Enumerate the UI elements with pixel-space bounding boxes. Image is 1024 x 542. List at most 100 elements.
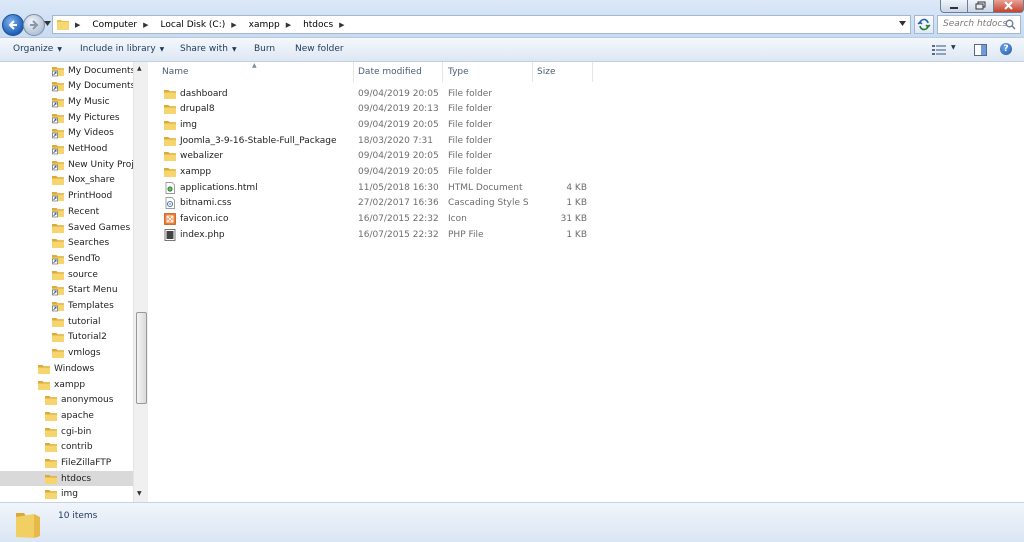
chevron-right-icon[interactable]: ▶	[286, 21, 291, 29]
breadcrumb-local-disk[interactable]: Local Disk (C:)	[161, 20, 226, 30]
organize-menu[interactable]: Organize ▼	[13, 44, 62, 54]
file-row[interactable]: index.php 16/07/2015 22:32 PHP File 1 KB	[160, 227, 600, 242]
breadcrumb-xampp[interactable]: xampp	[249, 20, 280, 30]
file-row[interactable]: applications.html 11/05/2018 16:30 HTML Do…	[160, 180, 600, 195]
tree-item[interactable]: vmlogs	[52, 346, 101, 361]
tree-item[interactable]: PrintHood	[52, 189, 112, 204]
recent-pages-dropdown-icon[interactable]	[44, 21, 51, 26]
scroll-thumb[interactable]	[136, 312, 147, 404]
scroll-up-icon[interactable]: ▲	[137, 65, 142, 72]
help-icon[interactable]: ?	[1000, 43, 1012, 55]
file-row[interactable]: dashboard 09/04/2019 20:05 File folder	[160, 86, 600, 101]
tree-item[interactable]: My Documents	[52, 79, 135, 94]
file-type: File folder	[448, 135, 493, 146]
tree-item[interactable]: img	[45, 487, 78, 502]
column-divider[interactable]	[353, 62, 354, 82]
share-with-menu[interactable]: Share with ▼	[180, 44, 237, 54]
file-type: File folder	[448, 151, 493, 162]
file-name: img	[180, 119, 197, 130]
address-field[interactable]: ▶ Computer ▶ Local Disk (C:) ▶ xampp ▶ h…	[52, 15, 911, 34]
refresh-button[interactable]	[914, 15, 934, 34]
burn-button[interactable]: Burn	[254, 44, 275, 54]
tree-item[interactable]: Start Menu	[52, 283, 118, 298]
include-in-library-menu[interactable]: Include in library ▼	[80, 44, 164, 54]
tree-item[interactable]: NetHood	[52, 142, 107, 157]
tree-item-label: My Documents	[68, 65, 136, 76]
tree-item-label: NetHood	[68, 144, 108, 154]
column-header-size[interactable]: Size	[537, 67, 555, 77]
tree-item[interactable]: Windows	[38, 361, 94, 376]
tree-item[interactable]: anonymous	[45, 393, 113, 408]
file-name-cell: favicon.ico	[164, 213, 229, 225]
navigation-scrollbar[interactable]: ▲ ▼	[133, 62, 148, 502]
column-divider[interactable]	[592, 62, 593, 82]
folder-icon	[52, 270, 64, 280]
address-dropdown-icon[interactable]	[899, 21, 906, 26]
restore-button[interactable]	[967, 0, 994, 13]
column-header-name[interactable]: Name	[162, 67, 189, 77]
tree-item[interactable]: My Pictures	[52, 110, 120, 125]
column-header-date-modified[interactable]: Date modified	[358, 67, 422, 77]
file-name-cell: index.php	[164, 228, 225, 241]
file-date: 09/04/2019 20:05	[358, 151, 439, 162]
css-file-icon	[165, 197, 175, 210]
tree-item[interactable]: My Documents	[52, 63, 135, 78]
search-input[interactable]: Search htdocs	[937, 15, 1021, 34]
file-date: 09/04/2019 20:13	[358, 104, 439, 115]
tree-item[interactable]: Searches	[52, 236, 109, 251]
tree-item[interactable]: cgi-bin	[45, 424, 91, 439]
view-options-icon[interactable]	[932, 45, 946, 55]
forward-button[interactable]	[23, 14, 45, 36]
new-folder-button[interactable]: New folder	[295, 44, 344, 54]
column-divider[interactable]	[442, 62, 443, 82]
folder-icon	[52, 176, 64, 186]
file-row[interactable]: webalizer 09/04/2019 20:05 File folder	[160, 149, 600, 164]
file-name-cell: Joomla_3-9-16-Stable-Full_Package	[164, 135, 337, 147]
tree-item[interactable]: My Music	[52, 94, 110, 109]
file-row[interactable]: drupal8 09/04/2019 20:13 File folder	[160, 102, 600, 117]
file-row[interactable]: bitnami.css 27/02/2017 16:36 Cascading Sty…	[160, 196, 600, 211]
tree-item[interactable]: Nox_share	[52, 173, 115, 188]
shortcut-folder-icon	[52, 160, 64, 170]
file-type: PHP File	[448, 229, 484, 240]
column-header-type[interactable]: Type	[448, 67, 469, 77]
tree-item[interactable]: Saved Games	[52, 220, 130, 235]
folder-icon	[57, 20, 69, 30]
chevron-right-icon[interactable]: ▶	[231, 21, 236, 29]
close-button[interactable]	[993, 0, 1024, 13]
tree-item[interactable]: SendTo	[52, 251, 100, 266]
file-name: xampp	[180, 167, 212, 177]
chevron-right-icon[interactable]: ▶	[75, 21, 80, 29]
tree-item[interactable]: Recent	[52, 204, 99, 219]
tree-item[interactable]: tutorial	[52, 314, 100, 329]
tree-item[interactable]: apache	[45, 408, 94, 423]
tree-item[interactable]: htdocs	[0, 471, 133, 487]
tree-item[interactable]: xampp	[38, 377, 85, 392]
file-row[interactable]: Joomla_3-9-16-Stable-Full_Package 18/03/2…	[160, 133, 600, 148]
file-type: Cascading Style S...	[448, 198, 528, 209]
file-row[interactable]: favicon.ico 16/07/2015 22:32 Icon 31 KB	[160, 212, 600, 227]
breadcrumb-htdocs[interactable]: htdocs	[303, 20, 333, 30]
tree-item[interactable]: Templates	[52, 299, 114, 314]
tree-item[interactable]: Tutorial2	[52, 330, 107, 345]
tree-item[interactable]: My Videos	[52, 126, 114, 141]
view-dropdown-icon[interactable]: ▼	[951, 44, 956, 51]
back-button[interactable]	[2, 14, 24, 36]
shortcut-folder-icon	[52, 82, 64, 92]
breadcrumb-label: Local Disk (C:)	[160, 19, 226, 30]
tree-item[interactable]: FileZillaFTP	[45, 456, 111, 471]
file-row[interactable]: xampp 09/04/2019 20:05 File folder	[160, 165, 600, 180]
chevron-down-icon: ▼	[231, 46, 237, 53]
column-divider[interactable]	[532, 62, 533, 82]
folder-icon	[38, 364, 50, 374]
chevron-right-icon[interactable]: ▶	[339, 21, 344, 29]
tree-item[interactable]: source	[52, 267, 98, 282]
tree-item[interactable]: contrib	[45, 440, 93, 455]
chevron-right-icon[interactable]: ▶	[143, 21, 148, 29]
file-row[interactable]: img 09/04/2019 20:05 File folder	[160, 117, 600, 132]
breadcrumb-computer[interactable]: Computer	[92, 20, 137, 30]
minimize-button[interactable]	[940, 0, 968, 13]
preview-pane-icon[interactable]	[974, 44, 987, 56]
scroll-down-icon[interactable]: ▼	[137, 490, 142, 497]
folder-icon	[45, 443, 57, 453]
